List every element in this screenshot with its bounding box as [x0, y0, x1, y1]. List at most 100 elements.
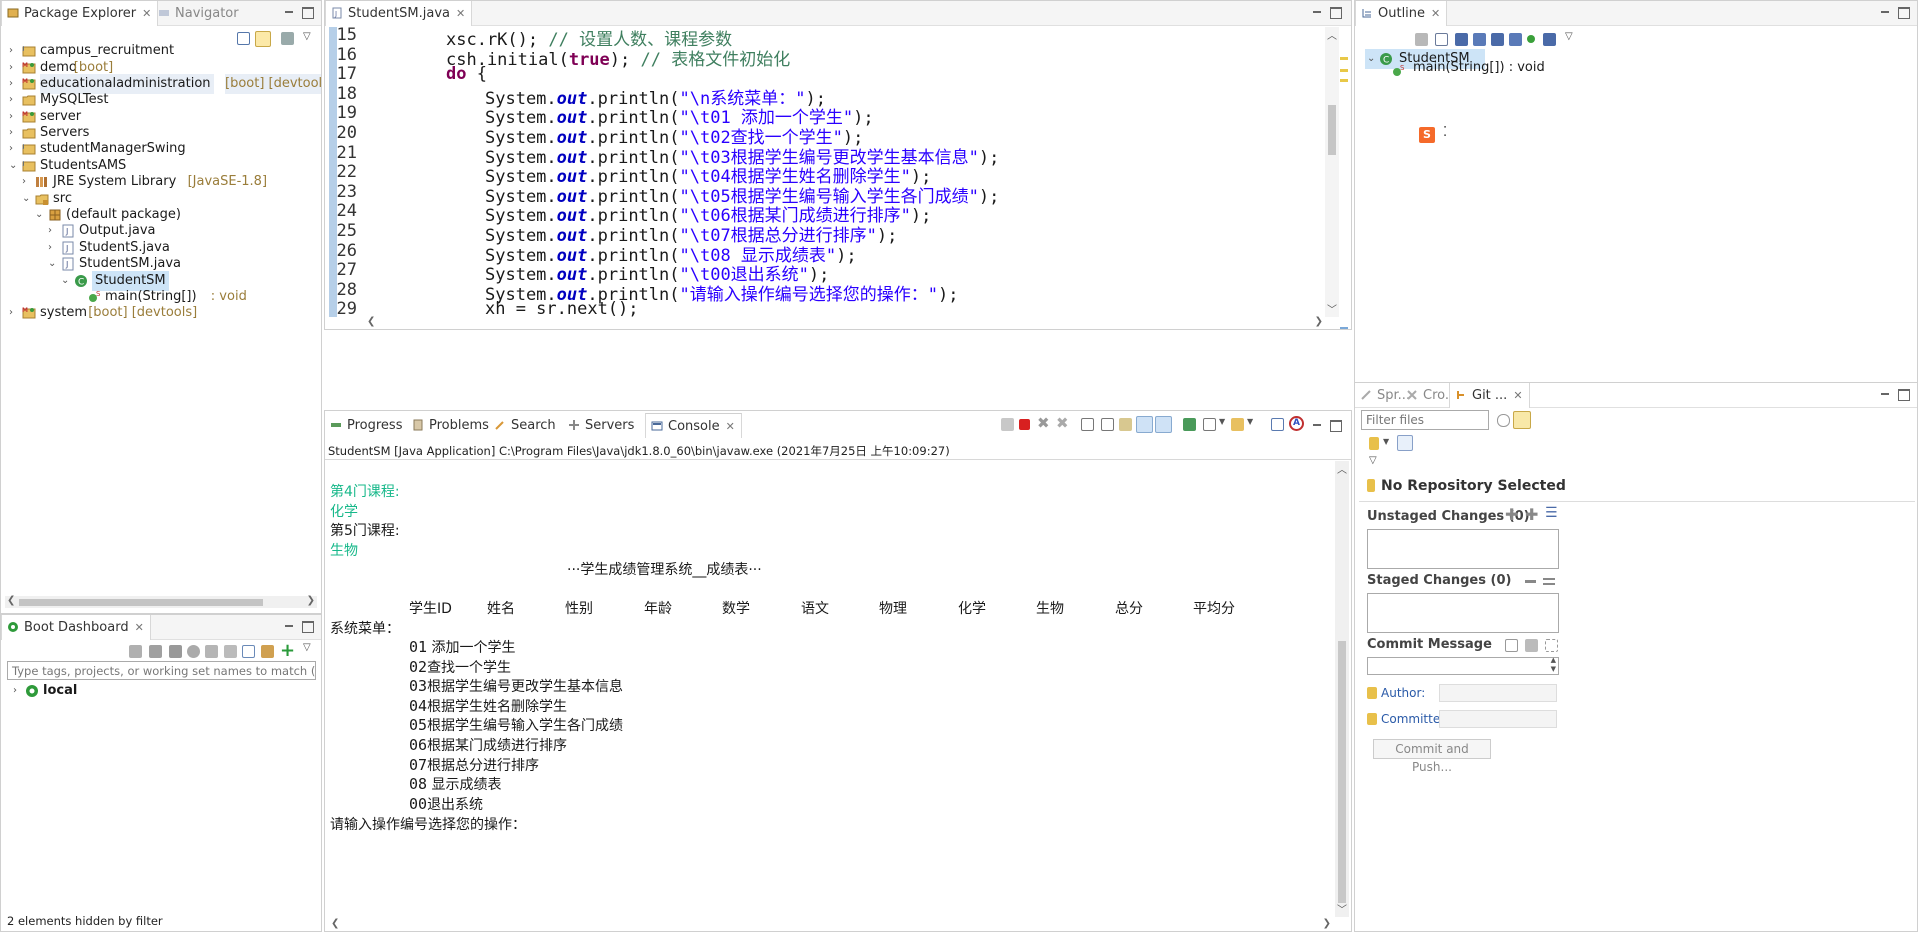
close-icon[interactable]: ✕	[135, 621, 144, 634]
tab-outline[interactable]: Outline ✕	[1355, 1, 1448, 26]
minimize-button[interactable]	[283, 620, 295, 632]
add-to-index-icon[interactable]: ✚	[1505, 505, 1518, 524]
maximize-button[interactable]	[301, 620, 314, 633]
spring-tool-icon[interactable]: S	[1419, 127, 1435, 143]
collapse-arrow-icon[interactable]: ⌄	[61, 276, 71, 286]
add-icon[interactable]: +	[280, 640, 295, 661]
collapse-all-icon[interactable]	[1415, 33, 1428, 46]
word-wrap-icon[interactable]	[1119, 418, 1132, 431]
close-icon[interactable]: ✕	[726, 420, 735, 433]
minimize-button[interactable]	[283, 6, 295, 18]
maximize-button[interactable]	[1897, 388, 1910, 401]
minimize-button[interactable]	[1311, 6, 1323, 18]
expand-arrow-icon[interactable]: ›	[22, 177, 32, 187]
minimize-button[interactable]	[1879, 6, 1891, 18]
local-target-row[interactable]: › local	[11, 681, 311, 701]
stop-icon[interactable]	[169, 645, 182, 658]
expand-arrow-icon[interactable]: ›	[9, 46, 19, 56]
refresh-icon[interactable]	[1497, 414, 1510, 427]
filter-files-input[interactable]: Filter files	[1361, 410, 1489, 430]
scroll-thumb[interactable]	[1338, 641, 1346, 903]
view-menu-icon[interactable]: ▽	[1369, 455, 1377, 466]
tab-git-staging[interactable]: Git ... ✕	[1449, 383, 1530, 408]
open-console-icon[interactable]	[187, 645, 200, 658]
new-console-icon[interactable]	[1231, 418, 1244, 431]
ansi-icon[interactable]: A	[1289, 416, 1304, 431]
scroll-right-icon[interactable]: ❯	[1315, 316, 1323, 327]
show-on-stderr-icon[interactable]	[1155, 416, 1172, 433]
spinner-down-icon[interactable]: ▼	[1551, 665, 1556, 673]
expand-arrow-icon[interactable]: ›	[48, 226, 58, 236]
scroll-lock-icon[interactable]	[1101, 418, 1114, 431]
hide-fields-icon[interactable]	[1455, 33, 1468, 46]
tab-boot-dashboard[interactable]: Boot Dashboard ✕	[1, 615, 151, 640]
view-menu-icon[interactable]: ▽	[1565, 31, 1573, 42]
remove-launch-icon[interactable]: ✖	[1037, 414, 1050, 432]
outline-method-row[interactable]: S main(String[]) : void	[1391, 58, 1611, 78]
properties-icon[interactable]	[242, 645, 255, 658]
display-console-icon[interactable]	[1203, 418, 1216, 431]
editor-horizontal-scrollbar[interactable]: ❮ ❯	[365, 316, 1325, 329]
author-input[interactable]	[1439, 684, 1557, 702]
filter-config-icon[interactable]	[261, 645, 274, 658]
close-icon[interactable]: ✕	[1513, 389, 1522, 402]
dropdown-icon[interactable]: ▼	[1383, 437, 1389, 446]
maximize-button[interactable]	[1897, 6, 1910, 19]
spell-check-icon[interactable]	[1505, 639, 1518, 652]
maximize-button[interactable]	[1329, 419, 1342, 432]
redeploy-icon[interactable]	[149, 645, 162, 658]
scroll-left-icon[interactable]: ❮	[331, 918, 339, 929]
expand-arrow-icon[interactable]: ›	[9, 63, 19, 73]
deploy-icon[interactable]	[129, 645, 142, 658]
commit-and-push-button[interactable]: Commit and Push...	[1373, 739, 1491, 774]
sign-off-icon[interactable]	[1545, 639, 1558, 652]
link-selection-icon[interactable]	[1513, 411, 1531, 429]
tab-problems[interactable]: Problems	[407, 413, 495, 438]
scroll-right-icon[interactable]: ❯	[307, 595, 315, 606]
sort-icon[interactable]: ☰	[1545, 505, 1558, 521]
public-member-icon[interactable]	[1527, 35, 1535, 43]
remove-all-icon[interactable]	[1543, 578, 1555, 585]
staged-list[interactable]	[1367, 593, 1559, 633]
committer-input[interactable]	[1439, 710, 1557, 728]
scroll-down-icon[interactable]: ﹀	[1337, 901, 1347, 916]
open-browser-icon[interactable]	[205, 645, 218, 658]
collapse-arrow-icon[interactable]: ⌄	[35, 210, 45, 220]
show-on-stdout-icon[interactable]	[1136, 416, 1153, 433]
editor-vertical-scrollbar[interactable]: ︿ ﹀	[1325, 27, 1339, 317]
tab-package-explorer[interactable]: Package Explorer ✕	[1, 1, 159, 26]
commit-message-input[interactable]: ▲ ▼	[1367, 656, 1559, 675]
remove-all-icon[interactable]: ✖	[1056, 414, 1069, 432]
pin-console-icon[interactable]	[1001, 418, 1014, 431]
scroll-left-icon[interactable]: ❮	[7, 595, 15, 606]
collapse-arrow-icon[interactable]: ⌄	[1367, 54, 1377, 64]
expand-arrow-icon[interactable]: ›	[48, 243, 58, 253]
edit-icon[interactable]	[224, 645, 237, 658]
collapse-arrow-icon[interactable]: ⌄	[22, 194, 32, 204]
sort-icon[interactable]	[1435, 33, 1448, 46]
boot-filter-input[interactable]: Type tags, projects, or working set name…	[7, 661, 316, 680]
console-horizontal-scrollbar[interactable]: ❮ ❯	[325, 918, 1335, 931]
more-icon[interactable]: ⁚	[1443, 125, 1447, 140]
expand-arrow-icon[interactable]: ›	[9, 308, 19, 318]
tab-progress[interactable]: Progress	[325, 413, 408, 438]
expand-arrow-icon[interactable]: ›	[13, 686, 23, 696]
tab-servers[interactable]: Servers	[563, 413, 640, 438]
maximize-button[interactable]	[1329, 6, 1342, 19]
horizontal-scrollbar[interactable]: ❮ ❯	[5, 595, 317, 608]
scroll-left-icon[interactable]: ❮	[367, 316, 375, 327]
tab-search[interactable]: Search	[489, 413, 562, 438]
expand-arrow-icon[interactable]: ›	[9, 144, 19, 154]
close-icon[interactable]: ✕	[142, 7, 151, 20]
hide-static-icon[interactable]	[1473, 33, 1486, 46]
scroll-up-icon[interactable]: ︿	[1327, 27, 1337, 42]
maximize-button[interactable]	[301, 6, 314, 19]
view-menu-icon[interactable]: ▽	[303, 31, 311, 42]
open-console-icon[interactable]	[1183, 418, 1196, 431]
console-vertical-scrollbar[interactable]: ︿ ﹀	[1335, 461, 1349, 917]
spinner-up-icon[interactable]: ▲	[1551, 656, 1556, 664]
tab-studentsm-java[interactable]: J StudentSM.java ✕	[325, 1, 473, 26]
unstaged-list[interactable]	[1367, 529, 1559, 569]
minimize-button[interactable]	[1879, 388, 1891, 400]
expand-arrow-icon[interactable]: ›	[9, 95, 19, 105]
